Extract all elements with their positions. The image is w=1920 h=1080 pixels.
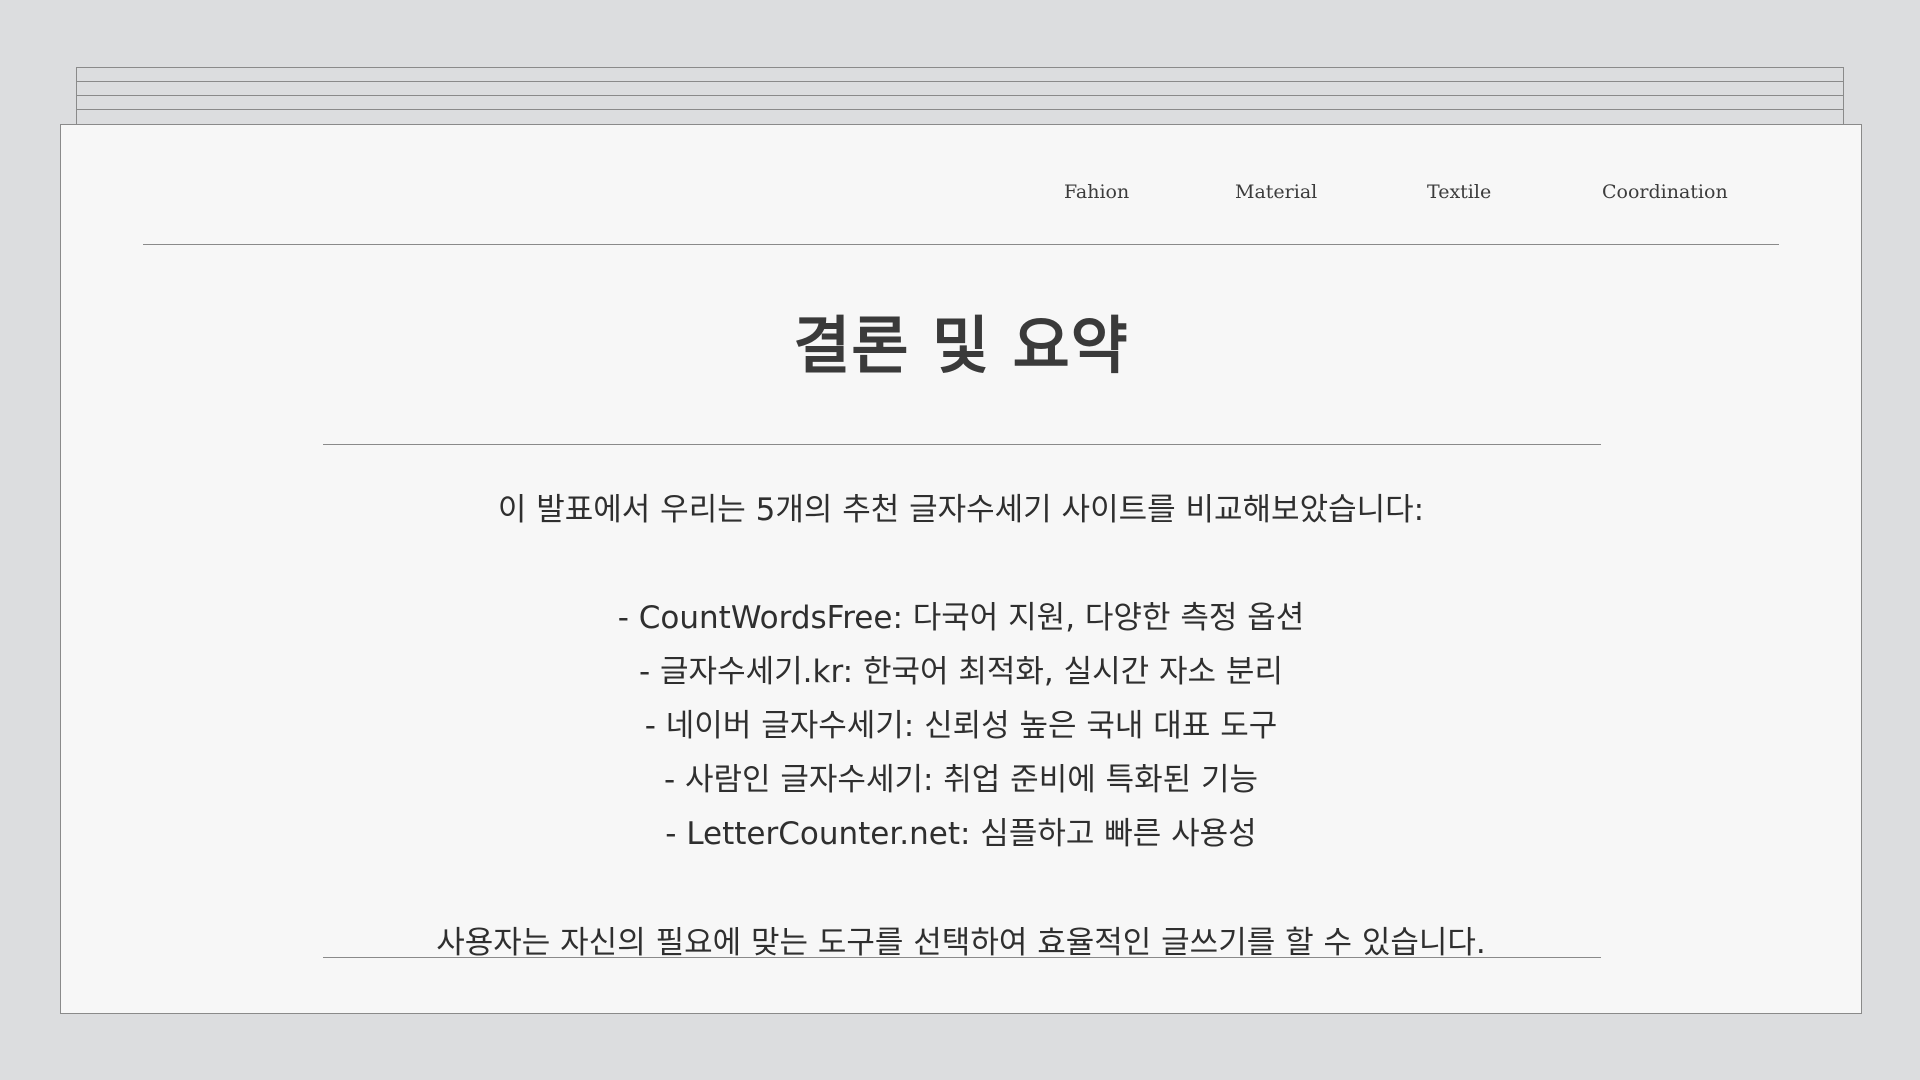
nav-item-textile[interactable]: Textile: [1427, 181, 1491, 203]
bullet-item: - 네이버 글자수세기: 신뢰성 높은 국내 대표 도구: [644, 708, 1278, 744]
closing-text: 사용자는 자신의 필요에 맞는 도구를 선택하여 효율적인 글쓰기를 할 수 있…: [436, 925, 1486, 961]
nav-divider: [143, 244, 1779, 245]
stack-line: [77, 95, 1843, 96]
slide-title: 결론 및 요약: [793, 309, 1129, 382]
bullet-item: - CountWordsFree: 다국어 지원, 다양한 측정 옵션: [617, 600, 1305, 636]
bottom-divider: [323, 957, 1601, 958]
nav-item-material[interactable]: Material: [1235, 181, 1317, 203]
slide-panel: Fahion Material Textile Coordination 결론 …: [60, 124, 1862, 1014]
nav-item-fashion[interactable]: Fahion: [1064, 181, 1129, 203]
stack-line: [77, 81, 1843, 82]
stack-line: [77, 109, 1843, 110]
stack-line: [77, 67, 1843, 68]
bullet-item: - 글자수세기.kr: 한국어 최적화, 실시간 자소 분리: [639, 654, 1283, 690]
stacked-pages-decoration: [76, 67, 1844, 125]
bullet-item: - LetterCounter.net: 심플하고 빠른 사용성: [665, 816, 1257, 852]
nav-item-coordination[interactable]: Coordination: [1602, 181, 1728, 203]
title-divider: [323, 444, 1601, 445]
intro-text: 이 발표에서 우리는 5개의 추천 글자수세기 사이트를 비교해보았습니다:: [497, 492, 1425, 528]
bullet-item: - 사람인 글자수세기: 취업 준비에 특화된 기능: [663, 762, 1259, 798]
top-nav: Fahion Material Textile Coordination: [61, 181, 1861, 221]
